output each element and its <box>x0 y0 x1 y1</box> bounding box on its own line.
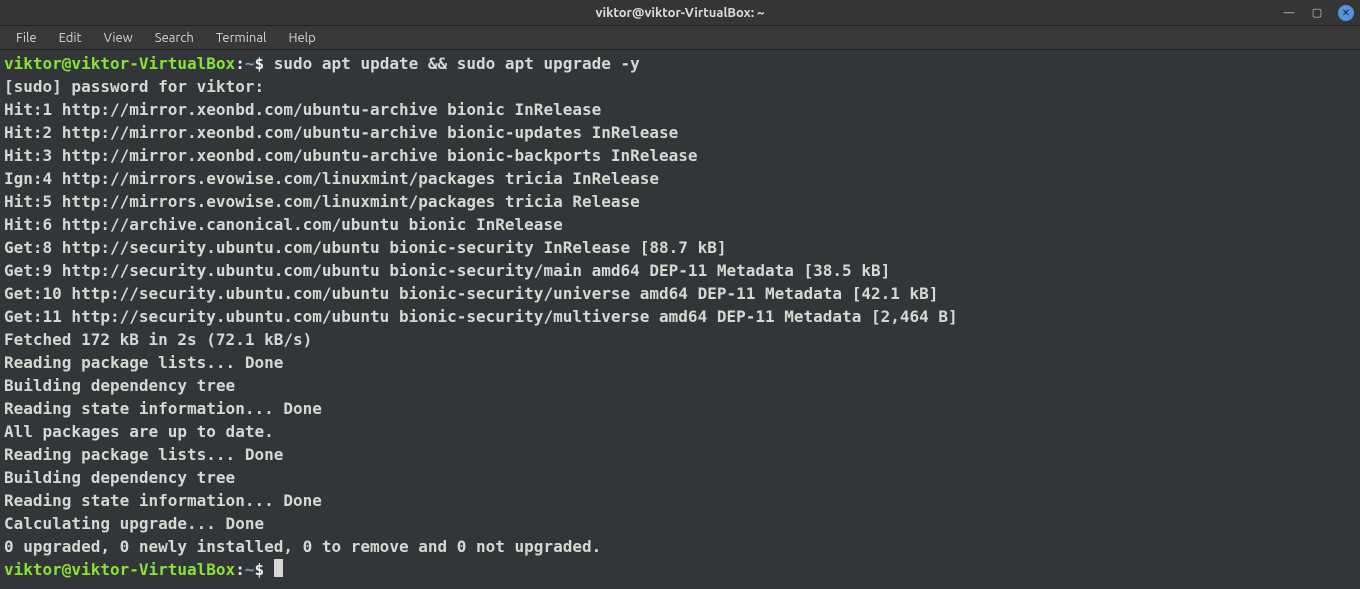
prompt-spacer <box>264 560 274 579</box>
menu-terminal[interactable]: Terminal <box>206 29 277 47</box>
menu-view[interactable]: View <box>94 29 143 47</box>
window-controls: — ▢ ✕ <box>1282 0 1354 25</box>
prompt-colon: : <box>235 54 245 73</box>
terminal-line: Reading state information... Done <box>4 397 1356 420</box>
terminal-line: [sudo] password for viktor: <box>4 75 1356 98</box>
prompt-userhost: viktor@viktor-VirtualBox <box>4 54 235 73</box>
terminal-line: viktor@viktor-VirtualBox:~$ sudo apt upd… <box>4 52 1356 75</box>
window-title: viktor@viktor-VirtualBox: ~ <box>596 6 765 20</box>
menu-file[interactable]: File <box>6 29 47 47</box>
terminal-line: 0 upgraded, 0 newly installed, 0 to remo… <box>4 535 1356 558</box>
minimize-button[interactable]: — <box>1282 6 1296 20</box>
terminal-line: Ign:4 http://mirrors.evowise.com/linuxmi… <box>4 167 1356 190</box>
terminal-line: Get:11 http://security.ubuntu.com/ubuntu… <box>4 305 1356 328</box>
close-button[interactable]: ✕ <box>1338 5 1354 21</box>
terminal-line: Hit:1 http://mirror.xeonbd.com/ubuntu-ar… <box>4 98 1356 121</box>
terminal-line: Reading state information... Done <box>4 489 1356 512</box>
prompt-symbol: $ <box>254 54 264 73</box>
menu-edit[interactable]: Edit <box>49 29 92 47</box>
menu-search[interactable]: Search <box>145 29 204 47</box>
terminal-line: Calculating upgrade... Done <box>4 512 1356 535</box>
prompt-userhost: viktor@viktor-VirtualBox <box>4 560 235 579</box>
terminal-line: Building dependency tree <box>4 374 1356 397</box>
terminal-line: Get:8 http://security.ubuntu.com/ubuntu … <box>4 236 1356 259</box>
terminal-line: viktor@viktor-VirtualBox:~$ <box>4 558 1356 581</box>
prompt-colon: : <box>235 560 245 579</box>
terminal-line: Hit:5 http://mirrors.evowise.com/linuxmi… <box>4 190 1356 213</box>
terminal-line: Building dependency tree <box>4 466 1356 489</box>
terminal-line: All packages are up to date. <box>4 420 1356 443</box>
terminal-line: Hit:3 http://mirror.xeonbd.com/ubuntu-ar… <box>4 144 1356 167</box>
prompt-symbol: $ <box>254 560 264 579</box>
terminal-line: Fetched 172 kB in 2s (72.1 kB/s) <box>4 328 1356 351</box>
terminal-cursor <box>274 559 283 577</box>
terminal-line: Get:10 http://security.ubuntu.com/ubuntu… <box>4 282 1356 305</box>
terminal-line: Reading package lists... Done <box>4 443 1356 466</box>
terminal-line: Reading package lists... Done <box>4 351 1356 374</box>
terminal-output[interactable]: viktor@viktor-VirtualBox:~$ sudo apt upd… <box>0 50 1360 589</box>
window-titlebar: viktor@viktor-VirtualBox: ~ — ▢ ✕ <box>0 0 1360 26</box>
menu-help[interactable]: Help <box>278 29 325 47</box>
terminal-line: Hit:2 http://mirror.xeonbd.com/ubuntu-ar… <box>4 121 1356 144</box>
menu-bar: File Edit View Search Terminal Help <box>0 26 1360 50</box>
maximize-button[interactable]: ▢ <box>1310 6 1324 20</box>
entered-command: sudo apt update && sudo apt upgrade -y <box>264 54 640 73</box>
terminal-line: Hit:6 http://archive.canonical.com/ubunt… <box>4 213 1356 236</box>
terminal-line: Get:9 http://security.ubuntu.com/ubuntu … <box>4 259 1356 282</box>
